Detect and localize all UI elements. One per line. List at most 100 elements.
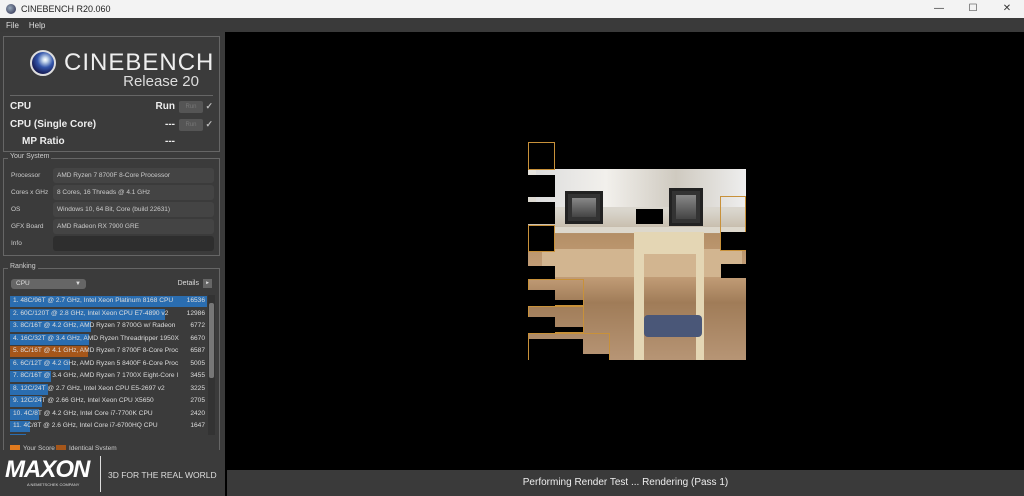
unrendered-bucket — [636, 209, 663, 224]
system-row-gfx: GFX Board AMD Radeon RX 7900 GRE — [9, 219, 214, 234]
unrendered-bucket — [555, 327, 583, 332]
ranking-list[interactable]: 1. 48C/96T @ 2.7 GHz, Intel Xeon Platinu… — [10, 295, 207, 435]
menu-help[interactable]: Help — [29, 21, 45, 30]
maxon-subbrand: A NEMETSCHEK COMPANY — [27, 482, 80, 487]
ranking-panel: Ranking CPU ▼ Details ▸ 1. 48C/96T @ 2.7 G… — [3, 263, 220, 452]
unrendered-bucket — [529, 339, 583, 360]
ranking-item[interactable]: 10. 4C/8T @ 4.2 GHz, Intel Core i7-7700K… — [10, 408, 207, 421]
render-viewport — [227, 32, 1024, 470]
ranking-item[interactable]: 7. 8C/16T @ 3.4 GHz, AMD Ryzen 7 1700X E… — [10, 370, 207, 383]
render-bucket — [528, 225, 555, 252]
footer: MAXON A NEMETSCHEK COMPANY 3D FOR THE RE… — [0, 450, 225, 496]
ranking-item[interactable]: 9. 12C/24T @ 2.66 GHz, Intel Xeon CPU X5… — [10, 395, 207, 408]
run-cpu-button[interactable]: Run — [179, 101, 203, 113]
checkbox-cpu[interactable]: ✓ — [205, 101, 213, 112]
cinema4d-sphere-icon — [30, 50, 56, 76]
ranking-score: 16536 — [186, 297, 205, 304]
test-value: --- — [165, 119, 175, 130]
minimize-button[interactable]: — — [922, 0, 956, 18]
ranking-item[interactable]: 5. 8C/16T @ 4.1 GHz, AMD Ryzen 7 8700F 8… — [10, 345, 207, 358]
scrollbar-thumb[interactable] — [209, 303, 214, 378]
system-row-processor: Processor AMD Ryzen 7 8700F 8-Core Proces… — [9, 168, 214, 183]
info-field[interactable] — [53, 236, 214, 251]
test-value[interactable]: Run — [156, 101, 175, 112]
status-bar: Performing Render Test ... Rendering (Pa… — [227, 470, 1024, 496]
field-label: GFX Board — [11, 223, 44, 230]
app-icon — [6, 4, 16, 14]
divider — [100, 456, 101, 492]
your-system-panel: Your System Processor AMD Ryzen 7 8700F 8… — [3, 153, 220, 256]
ranking-item[interactable]: 2. 60C/120T @ 2.8 GHz, Intel Xeon CPU E7… — [10, 308, 207, 321]
ranking-item[interactable]: 4. 16C/32T @ 3.4 GHz, AMD Ryzen Threadri… — [10, 333, 207, 346]
ranking-name: 2. 60C/120T @ 2.8 GHz, Intel Xeon CPU E7… — [13, 309, 169, 317]
unrendered-bucket — [528, 266, 555, 279]
gfx-field[interactable]: AMD Radeon RX 7900 GRE — [53, 219, 214, 234]
chair — [696, 237, 704, 360]
ranking-score: 5005 — [190, 359, 205, 367]
unrendered-bucket — [583, 354, 609, 360]
unrendered-bucket — [721, 232, 746, 250]
system-row-os: OS Windows 10, 64 Bit, Core (build 22631) — [9, 202, 214, 217]
unrendered-bucket — [528, 290, 555, 306]
test-cpu: CPU Run Run ✓ — [10, 101, 213, 115]
chair-cushion — [644, 315, 702, 337]
play-icon: ▸ — [203, 279, 212, 288]
ranking-item[interactable]: 11. 4C/8T @ 2.6 GHz, Intel Core i7-6700H… — [10, 420, 207, 433]
divider — [10, 95, 213, 96]
checkbox-single-core[interactable]: ✓ — [205, 119, 213, 130]
processor-field[interactable]: AMD Ryzen 7 8700F 8-Core Processor — [53, 168, 214, 183]
section-title: Your System — [8, 153, 52, 160]
test-label: MP Ratio — [22, 136, 65, 147]
os-field[interactable]: Windows 10, 64 Bit, Core (build 22631) — [53, 202, 214, 217]
ranking-name: 9. 12C/24T @ 2.66 GHz, Intel Xeon CPU X5… — [13, 397, 154, 404]
release-label: Release 20 — [123, 73, 199, 90]
chevron-down-icon: ▼ — [75, 281, 81, 287]
maxon-logo: MAXON — [5, 456, 90, 483]
test-value: --- — [165, 136, 175, 147]
maximize-button[interactable]: ☐ — [956, 0, 990, 18]
details-label: Details — [177, 280, 199, 287]
ranking-name: 8. 12C/24T @ 2.7 GHz, Intel Xeon CPU E5-… — [13, 384, 165, 392]
system-row-info: Info — [9, 236, 214, 251]
details-button[interactable]: Details ▸ — [178, 279, 212, 288]
cores-field[interactable]: 8 Cores, 16 Threads @ 4.1 GHz — [53, 185, 214, 200]
picture-frame — [669, 188, 703, 226]
test-mp-ratio: MP Ratio --- — [10, 136, 213, 150]
run-single-core-button[interactable]: Run — [179, 119, 203, 131]
field-label: Processor — [11, 172, 41, 179]
ranking-score: 6772 — [190, 322, 205, 329]
dropdown-value: CPU — [16, 280, 30, 287]
test-cpu-single: CPU (Single Core) --- Run ✓ — [10, 119, 213, 133]
ranking-score: 2420 — [190, 409, 205, 417]
ranking-item[interactable]: 6. 6C/12T @ 4.2 GHz, AMD Ryzen 5 8400F 6… — [10, 358, 207, 371]
picture-frame — [565, 191, 603, 224]
ranking-type-dropdown[interactable]: CPU ▼ — [11, 279, 86, 289]
unrendered-bucket — [528, 317, 555, 333]
ranking-name: 4. 16C/32T @ 3.4 GHz, AMD Ryzen Threadri… — [13, 334, 179, 342]
system-row-cores: Cores x GHz 8 Cores, 16 Threads @ 4.1 GHz — [9, 185, 214, 200]
ranking-score: 3225 — [190, 384, 205, 392]
menu-bar: File Help — [0, 18, 1024, 32]
close-button[interactable]: ✕ — [990, 0, 1024, 18]
test-label: CPU — [10, 101, 32, 112]
render-bucket — [528, 142, 555, 170]
ranking-score: 6587 — [190, 347, 205, 354]
ranking-name: 1. 48C/96T @ 2.7 GHz, Intel Xeon Platinu… — [13, 297, 174, 304]
ranking-item[interactable]: 1. 48C/96T @ 2.7 GHz, Intel Xeon Platinu… — [10, 295, 207, 308]
field-label: OS — [11, 206, 21, 213]
menu-file[interactable]: File — [6, 21, 19, 30]
ranking-scrollbar[interactable] — [208, 295, 215, 435]
score-bar — [10, 433, 26, 435]
chair — [634, 232, 704, 254]
unrendered-bucket — [528, 175, 555, 197]
ranking-score: 12986 — [186, 309, 205, 317]
ranking-item[interactable] — [10, 433, 207, 435]
title-bar: CINEBENCH R20.060 — ☐ ✕ — [0, 0, 1024, 18]
ranking-name: 3. 8C/16T @ 4.2 GHz, AMD Ryzen 7 8700G w… — [13, 322, 176, 329]
ranking-item[interactable]: 8. 12C/24T @ 2.7 GHz, Intel Xeon CPU E5-… — [10, 383, 207, 396]
tagline: 3D FOR THE REAL WORLD — [108, 470, 217, 480]
ranking-item[interactable]: 3. 8C/16T @ 4.2 GHz, AMD Ryzen 7 8700G w… — [10, 320, 207, 333]
unrendered-bucket — [721, 264, 746, 278]
ranking-score: 2705 — [190, 397, 205, 404]
section-title: Ranking — [8, 263, 38, 270]
